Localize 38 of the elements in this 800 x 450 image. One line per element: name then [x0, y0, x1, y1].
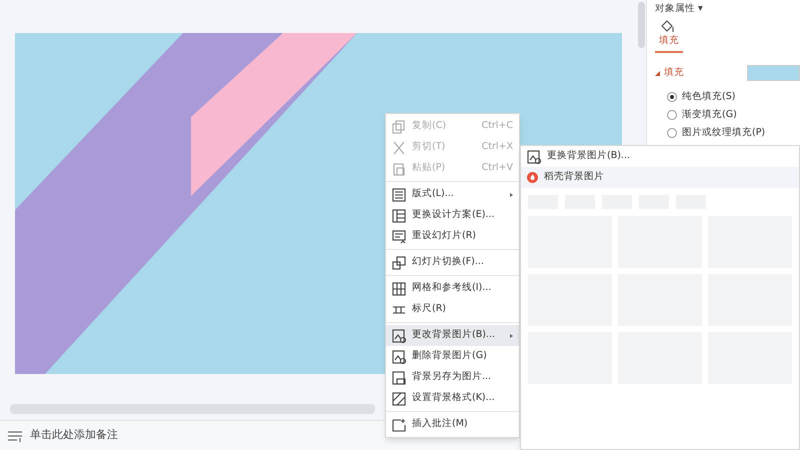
save-icon	[392, 370, 406, 384]
notes-placeholder[interactable]: 单击此处添加备注	[30, 427, 118, 444]
cut-icon	[392, 140, 406, 154]
notes-icon	[8, 430, 22, 442]
paint-bucket-icon	[661, 20, 675, 33]
copy-icon	[392, 120, 406, 134]
image-icon	[527, 150, 541, 164]
submenu-item[interactable]: 稻壳背景图片	[521, 167, 799, 188]
radio-option[interactable]: 渐变填充(G)	[667, 106, 800, 124]
menu-item[interactable]: 标尺(R)	[386, 299, 519, 320]
radio-option[interactable]: 图片或纹理填充(P)	[667, 124, 800, 142]
format-icon	[392, 392, 406, 406]
grid-icon	[392, 282, 406, 296]
image-icon	[392, 328, 406, 342]
image-icon	[392, 350, 406, 364]
section-toggle[interactable]: 填充	[655, 66, 747, 80]
menu-item[interactable]: 更改背景图片(B)...	[386, 325, 519, 346]
menu-item[interactable]: 版式(L)...	[386, 184, 519, 205]
paste-icon	[392, 162, 406, 176]
fill-color-swatch[interactable]	[747, 65, 800, 82]
design-icon	[392, 208, 406, 222]
panel-tab[interactable]: 填充	[655, 33, 683, 54]
layout-icon	[392, 188, 406, 202]
menu-item[interactable]: 幻灯片切换(F)...	[386, 252, 519, 273]
menu-item[interactable]: 网格和参考线(I)...	[386, 278, 519, 299]
panel-title[interactable]: 对象属性 ▾	[655, 2, 800, 16]
menu-item[interactable]: 更换设计方案(E)...	[386, 205, 519, 226]
comment-icon	[392, 418, 406, 432]
radio-option[interactable]: 纯色填充(S)	[667, 88, 800, 106]
menu-item[interactable]: 删除背景图片(G)	[386, 346, 519, 367]
menu-item[interactable]: 重设幻灯片(R)	[386, 226, 519, 247]
menu-item[interactable]: 插入批注(M)	[386, 414, 519, 435]
menu-item[interactable]: 背景另存为图片...	[386, 367, 519, 388]
vertical-scrollbar[interactable]	[638, 2, 645, 48]
transition-icon	[392, 256, 406, 270]
submenu-item[interactable]: 更换背景图片(B)...	[521, 146, 799, 167]
reset-icon	[392, 230, 406, 244]
menu-item[interactable]: 设置背景格式(K)...	[386, 388, 519, 409]
